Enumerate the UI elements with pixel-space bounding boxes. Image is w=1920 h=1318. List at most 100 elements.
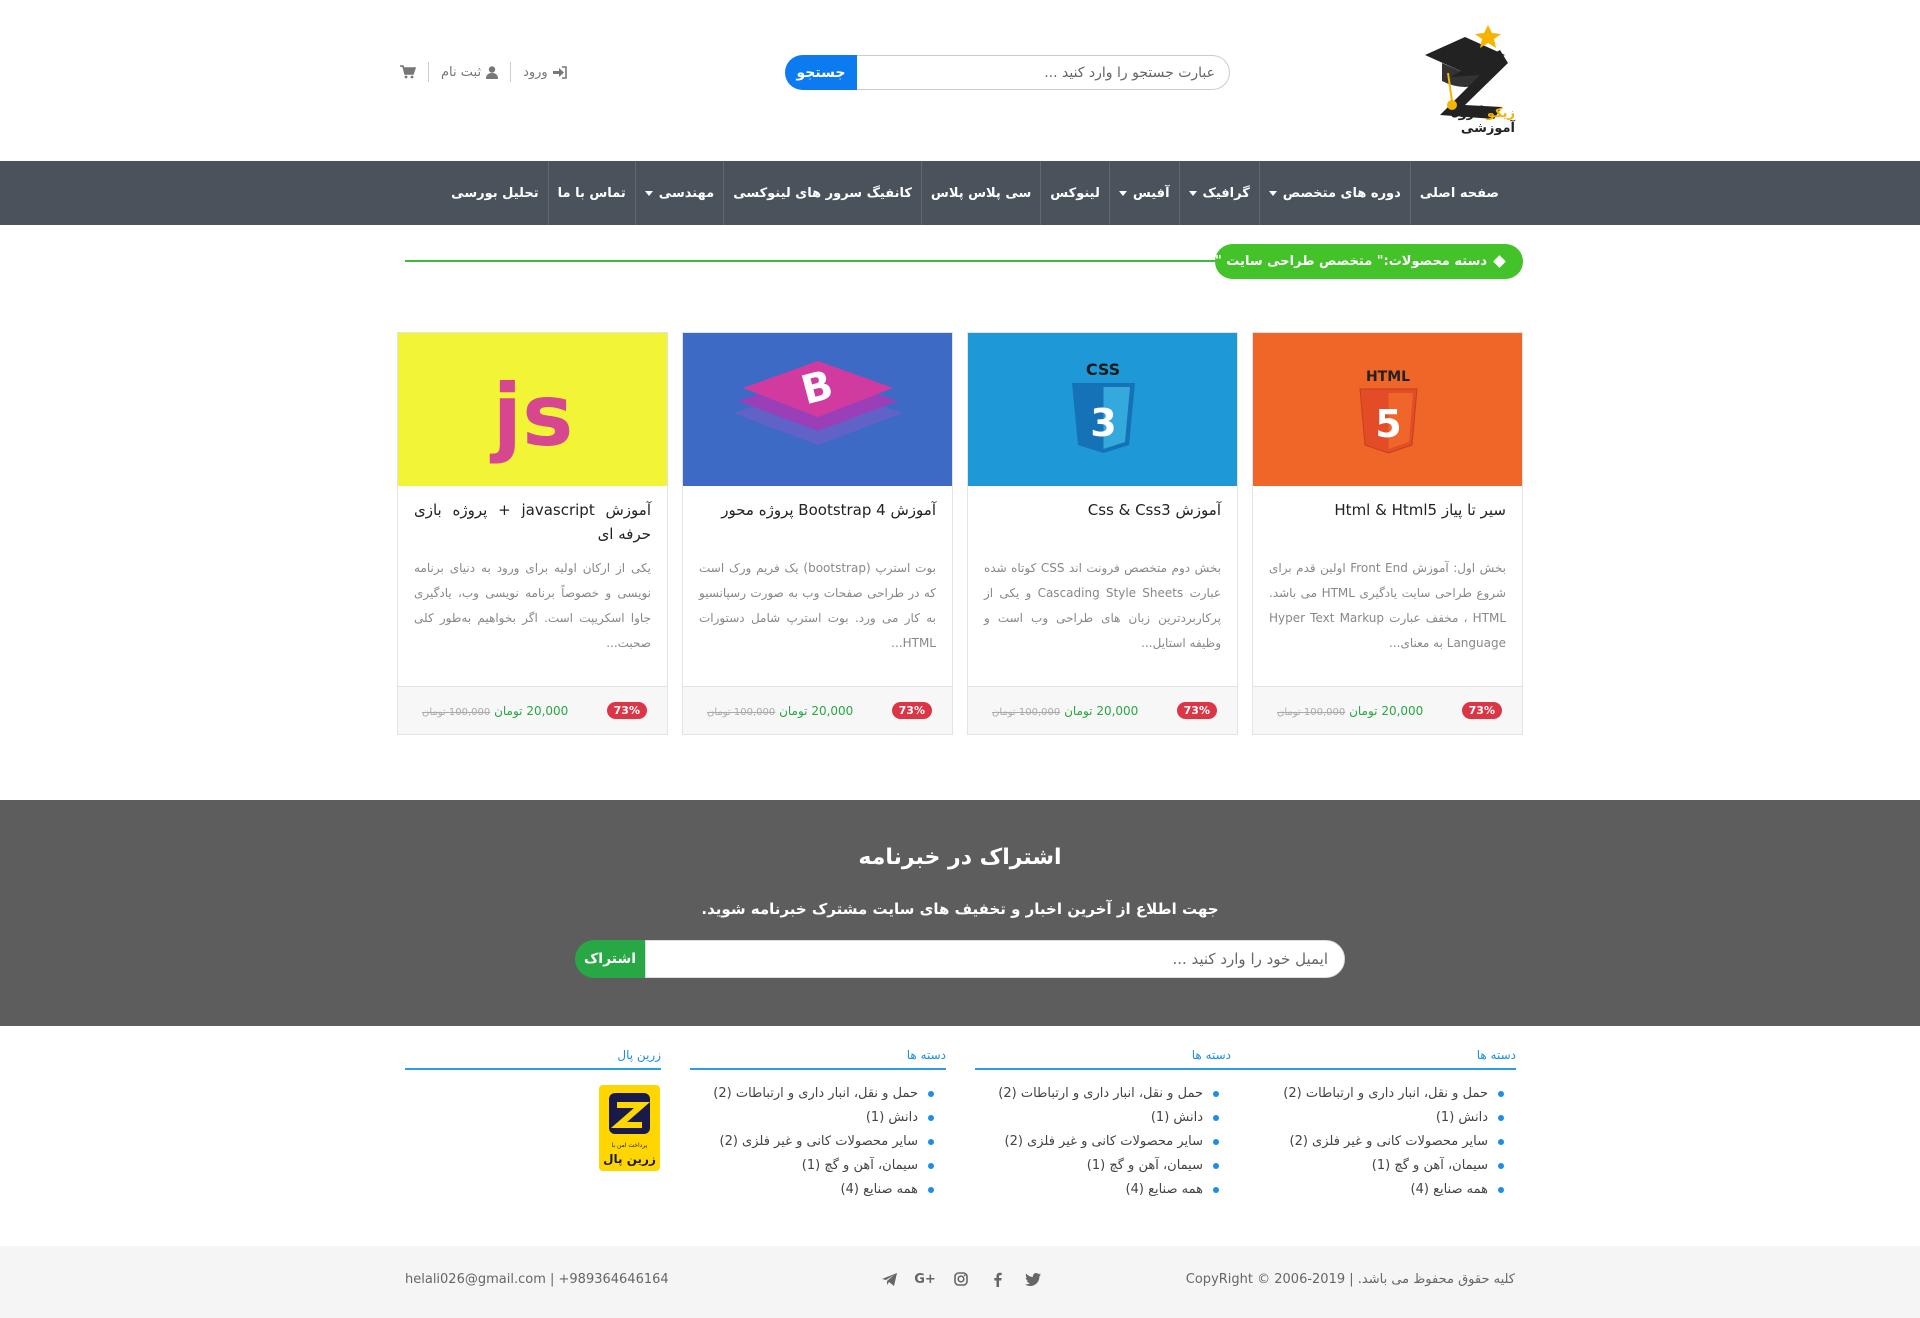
nav-item-engineering[interactable]: مهندسی xyxy=(634,161,723,225)
footer-col-title: زرین پال xyxy=(405,1048,661,1070)
product-image[interactable]: B xyxy=(683,333,952,486)
facebook-icon[interactable] xyxy=(988,1270,1006,1288)
google-plus-icon[interactable]: G+ xyxy=(914,1270,936,1288)
footer-col-title: دسته ها xyxy=(1226,1048,1516,1070)
search-input[interactable] xyxy=(857,55,1230,90)
nav-label: کانفیگ سرور های لینوکسی xyxy=(733,185,912,201)
footer-link[interactable]: همه صنایع (4) xyxy=(690,1178,934,1202)
nav-label: مهندسی xyxy=(658,185,715,201)
cart-icon[interactable] xyxy=(400,65,416,79)
login-link[interactable]: ورود xyxy=(523,65,567,80)
footer-link[interactable]: سایر محصولات کانی و غیر فلزی (2) xyxy=(1226,1130,1504,1154)
register-link[interactable]: ثبت نام xyxy=(441,64,499,80)
footer-link[interactable]: سیمان، آهن و گچ (1) xyxy=(690,1154,934,1178)
subscribe-button[interactable]: اشتراک xyxy=(575,940,645,978)
product-title[interactable]: آموزش javascript + پروژه بازی حرفه ای xyxy=(398,486,667,556)
product-description: بخش اول: آموزش Front End اولین قدم برای … xyxy=(1269,561,1507,650)
zarinpal-logo-icon: پرداخت امن با زرین پال xyxy=(603,1093,656,1166)
price-old: 100,000 تومان xyxy=(1277,706,1346,718)
main-nav: صفحه اصلی دوره های متخصص گرافیک آفیس لین… xyxy=(0,161,1920,225)
js-logo-text: js xyxy=(490,366,574,466)
html5-logo-icon: HTML 5 xyxy=(1359,369,1418,454)
product-image[interactable]: js xyxy=(398,333,667,486)
nav-item-linux-server[interactable]: کانفیگ سرور های لینوکسی xyxy=(723,161,921,225)
copyright-text: کلیه حقوق محفوظ می باشد. | CopyRight © 2… xyxy=(1185,1272,1515,1287)
product-footer: 20,000 تومان 100,000 تومان 73% xyxy=(968,686,1237,734)
nav-item-office[interactable]: آفیس xyxy=(1108,161,1179,225)
diamond-icon xyxy=(1493,255,1506,268)
email-link[interactable]: helali026@gmail.com xyxy=(405,1272,546,1287)
product-image[interactable]: HTML 5 xyxy=(1253,333,1522,486)
css-logo-text: CSS xyxy=(1086,360,1120,379)
nav-item-contact[interactable]: تماس با ما xyxy=(547,161,635,225)
footer-bottom: کلیه حقوق محفوظ می باشد. | CopyRight © 2… xyxy=(0,1246,1920,1318)
footer-link[interactable]: دانش (1) xyxy=(690,1106,934,1130)
nav-label: سی پلاس پلاس xyxy=(930,185,1032,201)
price-current: 20,000 تومان xyxy=(779,703,854,718)
bootstrap-logo-icon: B xyxy=(733,361,903,445)
price-old: 100,000 تومان xyxy=(992,706,1061,718)
product-card[interactable]: js آموزش javascript + پروژه بازی حرفه ای… xyxy=(397,332,668,735)
footer-link-list: حمل و نقل، انبار داری و ارتباطات (2) دان… xyxy=(690,1082,946,1202)
telegram-icon[interactable] xyxy=(880,1270,898,1288)
footer-link[interactable]: همه صنایع (4) xyxy=(975,1178,1219,1202)
discount-badge: 73% xyxy=(891,702,932,719)
footer-link[interactable]: حمل و نقل، انبار داری و ارتباطات (2) xyxy=(690,1082,934,1106)
product-title[interactable]: آموزش Bootstrap 4 پروژه محور xyxy=(683,486,952,556)
nav-label: دوره های متخصص xyxy=(1282,185,1401,201)
newsletter-title: اشتراک در خبرنامه xyxy=(858,845,1062,870)
nav-item-linux[interactable]: لینوکس xyxy=(1040,161,1109,225)
product-description: بخش دوم متخصص فرونت اند CSS کوتاه شده عب… xyxy=(984,561,1221,650)
nav-item-stock-analysis[interactable]: تحلیل بورسی xyxy=(442,161,547,225)
footer-categories: دسته ها حمل و نقل، انبار داری و ارتباطات… xyxy=(690,1048,946,1202)
footer-link[interactable]: دانش (1) xyxy=(975,1106,1219,1130)
footer-link[interactable]: همه صنایع (4) xyxy=(1226,1178,1504,1202)
phone-link[interactable]: +989364646164 xyxy=(559,1272,669,1287)
footer-link[interactable]: حمل و نقل، انبار داری و ارتباطات (2) xyxy=(1226,1082,1504,1106)
price-current: 20,000 تومان xyxy=(494,703,569,718)
nav-item-graphic[interactable]: گرافیک xyxy=(1178,161,1259,225)
footer-col-title: دسته ها xyxy=(975,1048,1231,1070)
chevron-down-icon xyxy=(1268,190,1277,196)
twitter-icon[interactable] xyxy=(1024,1270,1042,1288)
price-current: 20,000 تومان xyxy=(1349,703,1424,718)
instagram-icon[interactable] xyxy=(952,1270,970,1288)
social-links: G+ xyxy=(880,1270,1042,1288)
user-icon xyxy=(486,65,499,79)
zarinpal-tagline: پرداخت امن با xyxy=(612,1142,648,1149)
product-footer: 20,000 تومان 100,000 تومان 73% xyxy=(398,686,667,734)
javascript-logo-icon: js xyxy=(490,366,574,466)
nav-label: صفحه اصلی xyxy=(1419,185,1499,201)
footer-link[interactable]: سیمان، آهن و گچ (1) xyxy=(975,1154,1219,1178)
footer-col-title: دسته ها xyxy=(690,1048,946,1070)
search-button[interactable]: جستجو xyxy=(785,55,857,90)
email-field[interactable] xyxy=(645,940,1345,978)
product-title[interactable]: آموزش Css & Css3 xyxy=(968,486,1237,556)
product-price: 20,000 تومان 100,000 تومان xyxy=(418,704,568,718)
nav-item-expert-courses[interactable]: دوره های متخصص xyxy=(1258,161,1410,225)
nav-item-home[interactable]: صفحه اصلی xyxy=(1409,161,1508,225)
footer-link[interactable]: دانش (1) xyxy=(1226,1106,1504,1130)
site-header: زیکو گروه آموزشی جستجو ثبت نام ورود xyxy=(0,0,1920,161)
nav-item-cpp[interactable]: سی پلاس پلاس xyxy=(920,161,1040,225)
product-title[interactable]: سیر تا پیاز Html & Html5 xyxy=(1253,486,1522,556)
newsletter-form: اشتراک xyxy=(575,940,1345,978)
product-description: یکی از ارکان اولیه برای ورود به دنیای بر… xyxy=(414,561,651,650)
product-card[interactable]: B آموزش Bootstrap 4 پروژه محور بوت استرپ… xyxy=(682,332,953,735)
css3-number: 3 xyxy=(1090,401,1116,445)
footer-link[interactable]: سایر محصولات کانی و غیر فلزی (2) xyxy=(975,1130,1219,1154)
footer-link[interactable]: سیمان، آهن و گچ (1) xyxy=(1226,1154,1504,1178)
register-label: ثبت نام xyxy=(441,64,482,80)
product-image[interactable]: CSS 3 xyxy=(968,333,1237,486)
footer-link[interactable]: حمل و نقل، انبار داری و ارتباطات (2) xyxy=(975,1082,1219,1106)
discount-badge: 73% xyxy=(1176,702,1217,719)
product-price: 20,000 تومان 100,000 تومان xyxy=(703,704,853,718)
page: زیکو گروه آموزشی جستجو ثبت نام ورود xyxy=(0,0,1920,1318)
nav-label: لینوکس xyxy=(1050,185,1100,201)
product-price: 20,000 تومان 100,000 تومان xyxy=(988,704,1138,718)
product-card[interactable]: CSS 3 آموزش Css & Css3 بخش دوم متخصص فرو… xyxy=(967,332,1238,735)
footer-link[interactable]: سایر محصولات کانی و غیر فلزی (2) xyxy=(690,1130,934,1154)
chevron-down-icon xyxy=(1118,190,1127,196)
product-card[interactable]: HTML 5 سیر تا پیاز Html & Html5 بخش اول:… xyxy=(1252,332,1523,735)
zarinpal-badge[interactable]: پرداخت امن با زرین پال xyxy=(599,1085,660,1171)
